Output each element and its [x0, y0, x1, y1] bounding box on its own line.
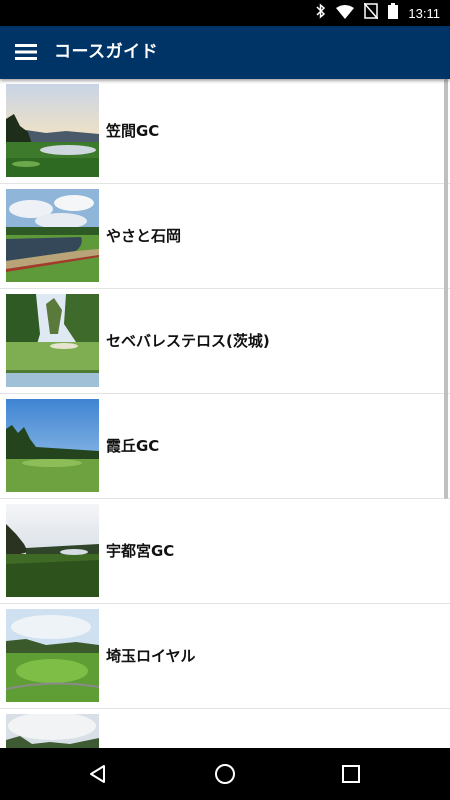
app-bar: コースガイド: [0, 26, 450, 79]
recents-icon: [342, 765, 360, 783]
no-sim-icon: [363, 2, 379, 23]
course-list[interactable]: 笠間GC やさと石岡 セベバレステロス(茨城) 霞丘GC 宇都宮GC 埼玉ロイヤ…: [0, 79, 450, 748]
scrollbar[interactable]: [444, 79, 448, 499]
course-item-partial[interactable]: [0, 709, 450, 748]
course-thumbnail: [6, 189, 99, 282]
course-item-kasumigaoka[interactable]: 霞丘GC: [0, 394, 450, 499]
course-name: やさと石岡: [106, 227, 182, 245]
menu-button[interactable]: [12, 39, 40, 65]
home-button[interactable]: [200, 754, 250, 794]
course-name: 笠間GC: [106, 122, 160, 140]
course-thumbnail: [6, 714, 99, 748]
course-name: セベバレステロス(茨城): [106, 332, 270, 350]
status-icons: 13:11: [316, 0, 440, 26]
course-thumbnail: [6, 504, 99, 597]
battery-icon: [388, 3, 399, 23]
page-title: コースガイド: [54, 42, 159, 62]
recents-button[interactable]: [326, 754, 376, 794]
bluetooth-icon: [316, 3, 326, 23]
back-icon: [90, 765, 105, 783]
course-item-utsunomiya[interactable]: 宇都宮GC: [0, 499, 450, 604]
course-thumbnail: [6, 84, 99, 177]
wifi-icon: [336, 4, 355, 23]
course-thumbnail: [6, 294, 99, 387]
back-button[interactable]: [73, 754, 123, 794]
home-icon: [215, 764, 235, 784]
course-name: 宇都宮GC: [106, 542, 175, 560]
course-item-kasama[interactable]: 笠間GC: [0, 79, 450, 184]
status-bar: 13:11: [0, 0, 450, 26]
course-item-seve-ballesteros[interactable]: セベバレステロス(茨城): [0, 289, 450, 394]
course-name: 埼玉ロイヤル: [106, 647, 196, 665]
course-thumbnail: [6, 399, 99, 492]
status-time: 13:11: [408, 5, 440, 21]
course-item-saitama-royal[interactable]: 埼玉ロイヤル: [0, 604, 450, 709]
navigation-bar: [0, 748, 450, 800]
course-thumbnail: [6, 609, 99, 702]
hamburger-menu-icon: [15, 44, 37, 60]
course-item-yasato-ishioka[interactable]: やさと石岡: [0, 184, 450, 289]
course-name: 霞丘GC: [106, 437, 160, 455]
